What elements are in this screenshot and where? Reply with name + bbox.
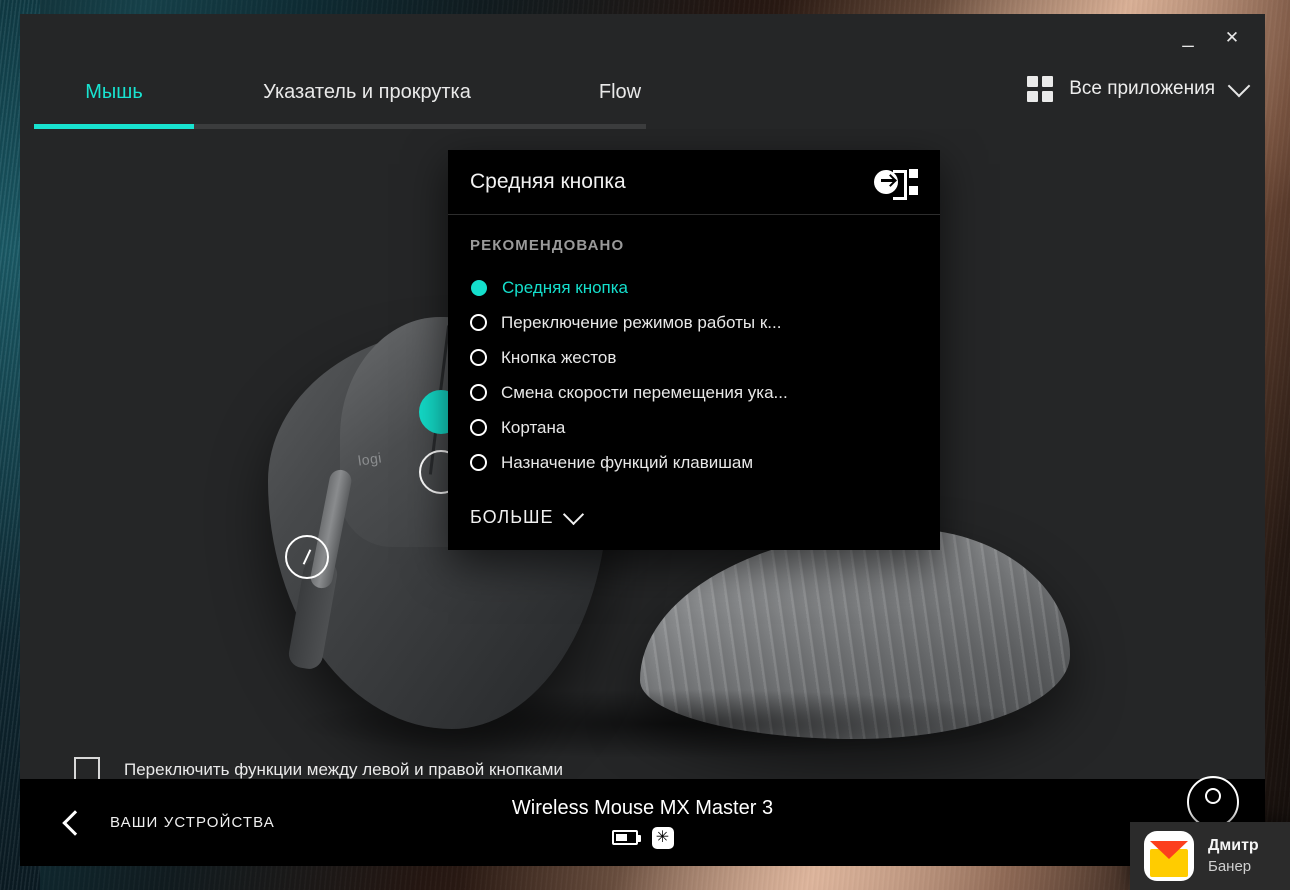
radio-icon [470,454,487,471]
option-pointer-speed[interactable]: Смена скорости перемещения ука... [470,375,918,410]
popup-title: Средняя кнопка [470,170,626,193]
option-cortana[interactable]: Кортана [470,410,918,445]
tab-flow[interactable]: Flow [560,60,680,124]
radio-icon [470,349,487,366]
radio-icon [470,314,487,331]
avatar-head-shape [1205,788,1221,804]
app-selector-label: Все приложения [1069,78,1215,99]
popup-more-expander[interactable]: БОЛЬШЕ [470,503,584,528]
device-info: Wireless Mouse MX Master 3 ✳ [20,779,1265,866]
device-status-icons: ✳ [611,826,674,849]
radio-icon [471,279,487,296]
chevron-down-icon [1227,74,1251,98]
yandex-mail-icon [1144,831,1194,881]
option-label: Назначение функций клавишам [501,452,754,472]
account-avatar-icon[interactable] [1187,776,1239,828]
device-name: Wireless Mouse MX Master 3 [511,796,774,819]
notification-toast[interactable]: Дмитр Банер [1130,822,1290,890]
popup-more-label: БОЛЬШЕ [470,507,554,527]
bluetooth-icon[interactable]: ✳ [651,826,674,849]
popup-header: Средняя кнопка [448,150,940,215]
hotspot-tick [302,549,312,565]
option-label: Смена скорости перемещения ука... [501,382,788,402]
chevron-down-icon [562,503,584,526]
option-label: Средняя кнопка [502,277,629,297]
logitech-logo: logi [357,449,383,469]
swap-buttons-row[interactable]: Переключить функции между левой и правой… [74,757,563,779]
option-middle-button[interactable]: Средняя кнопка [470,270,918,305]
radio-icon [470,384,487,401]
notification-subtitle: Банер [1208,858,1252,875]
window-controls: _ ✕ [1173,14,1265,60]
assign-to-app-icon[interactable] [874,168,918,200]
minimize-button[interactable]: _ [1173,17,1203,57]
app-selector[interactable]: Все приложения [1027,74,1251,102]
recommended-section-label: РЕКОМЕНДОВАНО [470,237,625,254]
option-label: Кортана [501,417,566,437]
device-bar: ВАШИ УСТРОЙСТВА Wireless Mouse MX Master… [20,776,1265,866]
screen: _ ✕ Мышь Указатель и прокрутка Flow Все … [0,0,1290,890]
hotspot-thumb-wheel-button[interactable] [285,535,329,579]
mouse-config-content: logi Средняя кнопка РЕКОМЕНДОВАНО Средня… [20,129,1265,779]
option-label: Переключение режимов работы к... [501,312,782,332]
tab-mouse[interactable]: Мышь [34,60,194,124]
option-gesture-button[interactable]: Кнопка жестов [470,340,918,375]
grid-icon [1027,76,1054,102]
option-keystroke-assignment[interactable]: Назначение функций клавишам [470,445,918,480]
notification-title: Дмитр [1208,837,1259,854]
battery-icon[interactable] [611,830,641,845]
swap-buttons-checkbox[interactable] [74,757,100,779]
popup-body: РЕКОМЕНДОВАНО Средняя кнопка Переключени… [448,215,940,480]
button-action-popup: Средняя кнопка РЕКОМЕНДОВАНО Средняя кно… [448,150,940,550]
option-mode-shift[interactable]: Переключение режимов работы к... [470,305,918,340]
notification-text: Дмитр Банер [1208,837,1259,875]
logitech-options-window: _ ✕ Мышь Указатель и прокрутка Flow Все … [20,14,1265,866]
close-button[interactable]: ✕ [1217,22,1247,52]
swap-buttons-label: Переключить функции между левой и правой… [124,760,563,779]
option-label: Кнопка жестов [501,347,617,367]
radio-icon [470,419,487,436]
tab-pointer-scroll[interactable]: Указатель и прокрутка [222,60,512,124]
